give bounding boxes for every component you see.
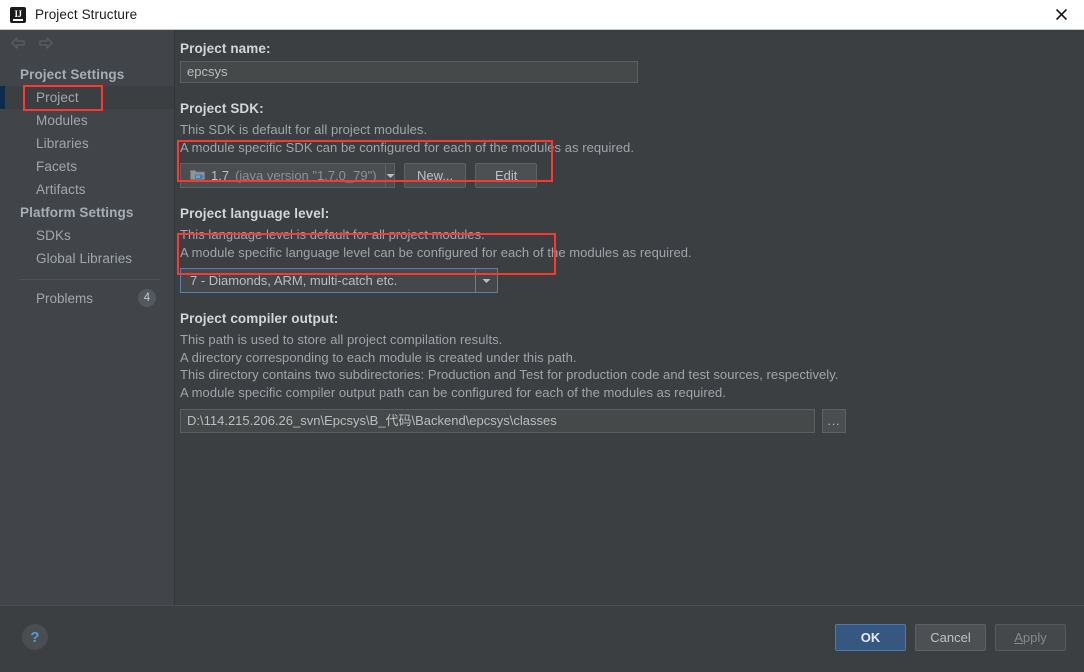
project-name-input[interactable]: epcsys [180,61,638,83]
language-level-section: Project language level: This language le… [180,206,1084,293]
language-level-combo[interactable]: 7 - Diamonds, ARM, multi-catch etc. [180,268,498,293]
project-name-section: Project name: epcsys [180,41,1084,83]
compiler-output-controls: D:\114.215.206.26_svn\Epcsys\B_代码\Backen… [180,409,1084,433]
language-level-value: 7 - Diamonds, ARM, multi-catch etc. [190,273,398,288]
close-icon[interactable] [1038,0,1084,29]
language-level-desc-2: A module specific language level can be … [180,244,692,260]
sidebar-divider [20,279,160,280]
chevron-down-icon[interactable] [384,164,395,187]
compiler-output-section: Project compiler output: This path is us… [180,311,1084,433]
main-content: Project name: epcsys Project SDK: This S… [176,30,1084,605]
sidebar-item-libraries[interactable]: Libraries [0,132,174,155]
sidebar-item-sdks[interactable]: SDKs [0,224,174,247]
project-sdk-combo[interactable]: 1.7 (java version "1.7.0_79") [180,163,395,188]
compiler-output-desc-2: A directory corresponding to each module… [180,349,577,365]
new-sdk-button-label: New... [417,168,454,183]
project-sdk-name: 1.7 [211,168,230,183]
chevron-down-icon[interactable] [475,269,497,292]
sidebar-item-modules[interactable]: Modules [0,109,174,132]
sidebar-group-project-settings: Project Settings [20,67,125,82]
project-sdk-version: (java version "1.7.0_79") [235,168,377,183]
sidebar-item-label: Facets [36,159,78,174]
compiler-output-desc-4: A module specific compiler output path c… [180,384,726,400]
dialog-footer: ? OK Cancel Apply [0,605,1084,672]
window-title: Project Structure [35,7,138,22]
project-structure-dialog: Project Structure Project Settings [0,0,1084,672]
language-level-desc-1: This language level is default for all p… [180,227,485,242]
sidebar-item-label: Global Libraries [36,251,133,266]
sidebar-group-platform-settings: Platform Settings [20,205,134,220]
sidebar-item-project[interactable]: Project [0,85,174,111]
compiler-output-label: Project compiler output: [180,311,339,326]
project-sdk-combo-value: 1.7 (java version "1.7.0_79") [181,164,385,187]
new-sdk-button[interactable]: New... [404,163,467,188]
project-sdk-desc-2: A module specific SDK can be configured … [180,139,635,155]
project-name-label: Project name: [180,41,271,56]
sidebar-item-label: Problems [36,291,94,306]
arrow-right-icon[interactable] [37,36,54,50]
navigation-arrows [10,36,54,50]
edit-sdk-button[interactable]: Edit [475,163,538,188]
project-sdk-controls: 1.7 (java version "1.7.0_79") New... Edi… [180,163,1084,188]
help-question-icon[interactable]: ? [22,624,48,650]
sidebar-item-label: Libraries [36,136,89,151]
edit-sdk-button-label: Edit [494,168,518,183]
compiler-output-desc-1: This path is used to store all project c… [180,332,503,347]
sidebar-item-facets[interactable]: Facets [0,155,174,178]
ellipsis-browse-icon[interactable]: ... [822,409,846,433]
sidebar: Project Settings Project Modules Librari… [0,30,175,605]
sidebar-item-artifacts[interactable]: Artifacts [0,178,174,201]
problems-count-badge: 4 [138,289,156,307]
sidebar-item-label: Project [36,90,79,105]
dialog-actions: OK Cancel Apply [835,624,1066,651]
project-sdk-label: Project SDK: [180,101,264,116]
sidebar-item-global-libraries[interactable]: Global Libraries [0,247,174,270]
sidebar-nav-list: Project Settings Project Modules Librari… [0,63,174,310]
cancel-button[interactable]: Cancel [915,624,986,651]
language-level-label: Project language level: [180,206,330,221]
ok-button[interactable]: OK [835,624,906,651]
arrow-left-icon[interactable] [10,36,27,50]
sidebar-item-label: Modules [36,113,88,128]
apply-button[interactable]: Apply [995,624,1066,651]
sidebar-item-label: Artifacts [36,182,86,197]
apply-button-label: Apply [1014,630,1047,645]
compiler-output-input[interactable]: D:\114.215.206.26_svn\Epcsys\B_代码\Backen… [180,409,815,433]
sidebar-item-problems[interactable]: Problems 4 [0,287,174,310]
java-sdk-folder-icon [190,168,205,184]
sidebar-item-label: SDKs [36,228,71,243]
compiler-output-desc-3: This directory contains two subdirectori… [180,367,839,382]
project-sdk-desc-1: This SDK is default for all project modu… [180,122,428,137]
project-sdk-section: Project SDK: This SDK is default for all… [180,101,1084,188]
title-bar: Project Structure [0,0,1084,30]
intellij-idea-icon [10,6,26,23]
